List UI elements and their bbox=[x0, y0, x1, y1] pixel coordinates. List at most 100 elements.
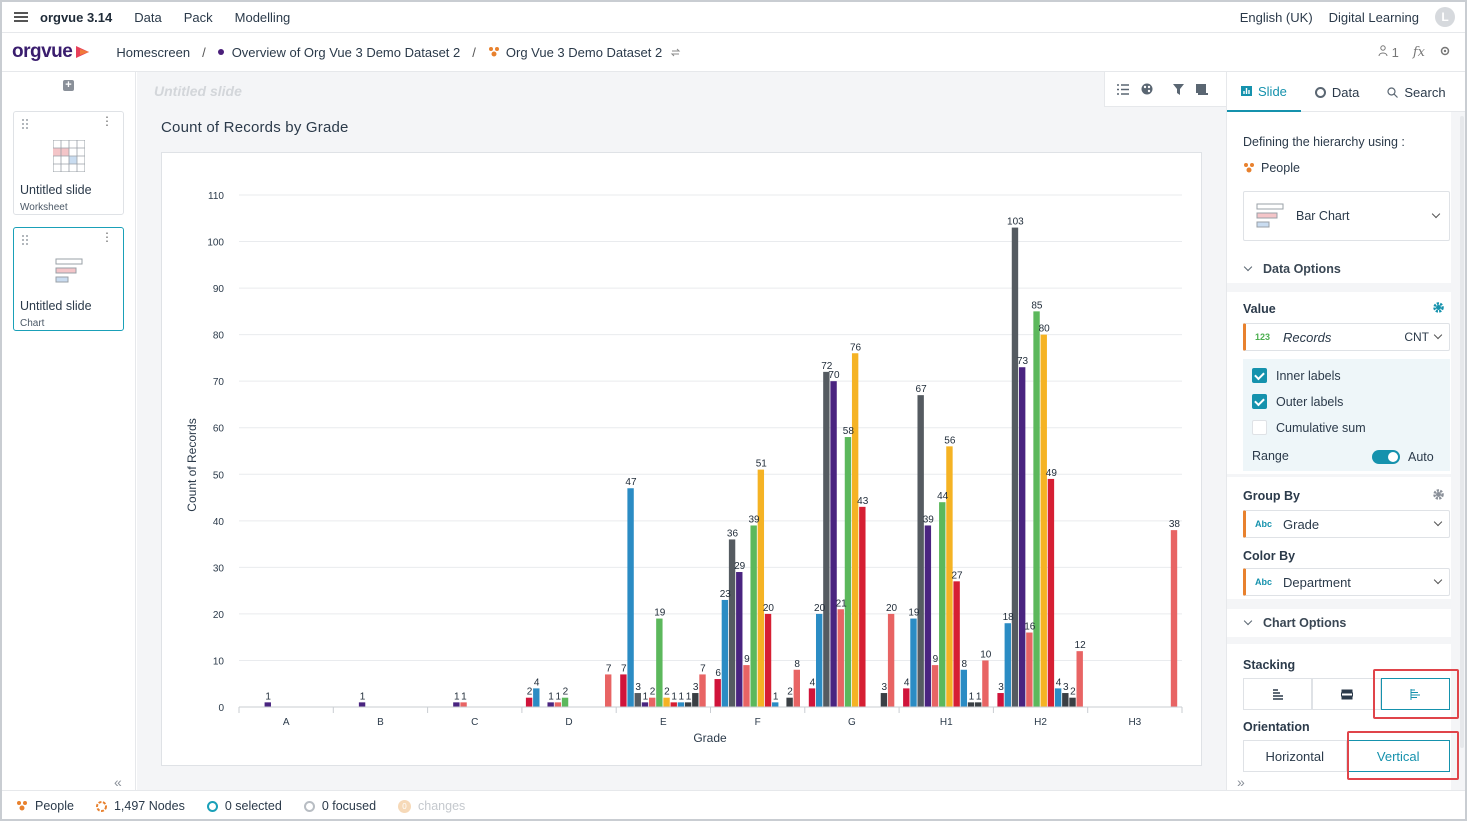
bar[interactable] bbox=[939, 502, 946, 707]
drag-handle-icon[interactable] bbox=[22, 119, 28, 129]
bar[interactable] bbox=[692, 693, 699, 707]
status-focused[interactable]: 0 focused bbox=[303, 799, 376, 813]
refresh-icon[interactable] bbox=[670, 47, 681, 58]
bar[interactable] bbox=[1018, 367, 1026, 707]
slide-card-chart[interactable]: ⋮ Untitled slide Chart bbox=[13, 227, 124, 331]
bar[interactable] bbox=[453, 702, 460, 707]
bar[interactable] bbox=[1076, 651, 1083, 707]
value-field-select[interactable]: 123 Records CNT bbox=[1243, 323, 1450, 351]
color-by-select[interactable]: Abc Department bbox=[1243, 568, 1450, 596]
settings-icon[interactable] bbox=[1439, 45, 1451, 60]
bar[interactable] bbox=[1026, 632, 1033, 707]
tab-slide[interactable]: Slide bbox=[1227, 72, 1301, 112]
bar[interactable] bbox=[880, 693, 888, 707]
bar[interactable] bbox=[358, 702, 366, 707]
bar[interactable] bbox=[910, 618, 917, 707]
bar[interactable] bbox=[1040, 334, 1047, 707]
chart-options-header[interactable]: Chart Options bbox=[1227, 609, 1451, 637]
bar[interactable] bbox=[736, 572, 743, 707]
bar[interactable] bbox=[815, 613, 823, 707]
data-options-header[interactable]: Data Options bbox=[1227, 255, 1451, 283]
bar[interactable] bbox=[1069, 697, 1076, 707]
bar[interactable] bbox=[627, 488, 634, 707]
visual-type-select[interactable]: Bar Chart bbox=[1243, 191, 1450, 241]
bar[interactable] bbox=[903, 688, 910, 707]
kebab-menu-icon[interactable]: ⋮ bbox=[101, 231, 113, 243]
bar[interactable] bbox=[1054, 688, 1062, 707]
bar[interactable] bbox=[924, 525, 932, 707]
bar[interactable] bbox=[953, 581, 960, 707]
breadcrumb-homescreen[interactable]: Homescreen bbox=[116, 45, 190, 60]
bar[interactable] bbox=[641, 702, 649, 707]
add-slide-button[interactable]: + bbox=[63, 80, 74, 91]
bar[interactable] bbox=[837, 609, 844, 707]
panel-icon[interactable] bbox=[1196, 83, 1208, 95]
expand-right-icon[interactable]: » bbox=[1237, 774, 1245, 790]
org-selector[interactable]: Digital Learning bbox=[1329, 10, 1419, 25]
bar[interactable] bbox=[772, 702, 779, 707]
bar[interactable] bbox=[1170, 530, 1178, 707]
bar[interactable] bbox=[1004, 623, 1011, 707]
status-selected[interactable]: 0 selected bbox=[206, 799, 282, 813]
bar[interactable] bbox=[786, 697, 793, 707]
menu-pack[interactable]: Pack bbox=[184, 10, 213, 25]
filter-icon[interactable] bbox=[1173, 83, 1184, 95]
bar[interactable] bbox=[620, 674, 627, 707]
bar[interactable] bbox=[931, 665, 939, 707]
orientation-horizontal-button[interactable]: Horizontal bbox=[1243, 740, 1347, 772]
bar[interactable] bbox=[547, 702, 554, 707]
user-count-icon[interactable]: 1 bbox=[1378, 45, 1399, 60]
bar[interactable] bbox=[714, 679, 721, 707]
bar[interactable] bbox=[460, 702, 467, 707]
bar[interactable] bbox=[743, 665, 750, 707]
bar[interactable] bbox=[808, 688, 816, 707]
bar[interactable] bbox=[525, 697, 533, 707]
bar[interactable] bbox=[648, 697, 656, 707]
cumulative-sum-checkbox[interactable]: Cumulative sum bbox=[1252, 420, 1366, 435]
bar[interactable] bbox=[844, 437, 852, 707]
palette-icon[interactable] bbox=[1141, 83, 1153, 95]
status-changes[interactable]: 0 changes bbox=[398, 799, 465, 813]
status-nodes[interactable]: 1,497 Nodes bbox=[95, 799, 185, 813]
bar[interactable] bbox=[634, 693, 641, 707]
bar[interactable] bbox=[1033, 311, 1040, 707]
bar[interactable] bbox=[1047, 478, 1055, 707]
panel-scrollbar[interactable] bbox=[1460, 116, 1464, 748]
language-selector[interactable]: English (UK) bbox=[1240, 10, 1313, 25]
bar[interactable] bbox=[887, 613, 895, 707]
group-by-select[interactable]: Abc Grade bbox=[1243, 510, 1450, 538]
hamburger-menu-icon[interactable] bbox=[14, 12, 28, 22]
bar[interactable] bbox=[677, 702, 685, 707]
bar[interactable] bbox=[823, 371, 830, 707]
inner-labels-checkbox[interactable]: Inner labels bbox=[1252, 368, 1341, 383]
slide-title-input[interactable]: Untitled slide bbox=[154, 83, 242, 99]
bar[interactable] bbox=[684, 702, 692, 707]
bar[interactable] bbox=[982, 660, 989, 707]
bar[interactable] bbox=[917, 395, 924, 707]
formula-icon[interactable]: fx bbox=[1413, 45, 1425, 60]
bar[interactable] bbox=[967, 702, 975, 707]
bar[interactable] bbox=[750, 525, 757, 707]
bar[interactable] bbox=[670, 702, 677, 707]
kebab-menu-icon[interactable]: ⋮ bbox=[101, 115, 113, 127]
drag-handle-icon[interactable] bbox=[22, 235, 28, 245]
bar[interactable] bbox=[764, 613, 772, 707]
bar[interactable] bbox=[830, 381, 837, 707]
bar[interactable] bbox=[663, 697, 670, 707]
logo[interactable]: orgvue bbox=[12, 41, 92, 63]
hierarchy-value[interactable]: People bbox=[1243, 161, 1300, 175]
menu-modelling[interactable]: Modelling bbox=[235, 10, 291, 25]
bar[interactable] bbox=[793, 669, 800, 707]
avatar[interactable]: L bbox=[1435, 7, 1455, 27]
bar[interactable] bbox=[533, 688, 540, 707]
gear-icon[interactable] bbox=[1432, 301, 1445, 314]
collapse-left-icon[interactable]: « bbox=[114, 774, 122, 790]
bar[interactable] bbox=[561, 697, 569, 707]
aggregation-selector[interactable]: CNT bbox=[1404, 330, 1429, 344]
bar[interactable] bbox=[1011, 227, 1019, 707]
bar[interactable] bbox=[605, 674, 612, 707]
bar[interactable] bbox=[264, 702, 271, 707]
stacking-grouped-button[interactable] bbox=[1243, 678, 1312, 710]
status-people[interactable]: People bbox=[16, 799, 74, 813]
range-toggle[interactable]: Auto bbox=[1372, 450, 1434, 464]
